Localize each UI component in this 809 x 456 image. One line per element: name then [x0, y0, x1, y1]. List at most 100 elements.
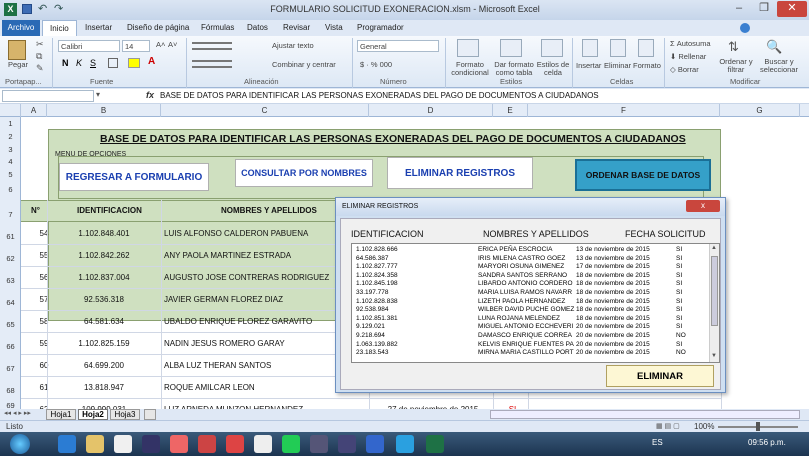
row-header[interactable]: 6 [0, 185, 21, 194]
tab-inicio[interactable]: Inicio [42, 20, 77, 37]
table-format-icon[interactable] [500, 39, 522, 57]
explorer-icon[interactable] [86, 435, 104, 453]
italic-icon[interactable]: K [76, 58, 82, 68]
insert-cells-button[interactable]: Insertar [576, 61, 601, 70]
listbox-vscrollbar[interactable]: ▲ ▼ [709, 244, 719, 362]
sheet-tab-hoja3[interactable]: Hoja3 [110, 409, 140, 420]
records-listbox[interactable]: 1.102.828.666 ERICA PEÑA ESCROCIA 13 de no… [351, 243, 720, 363]
dialog-close-button[interactable]: x [686, 200, 720, 212]
list-item[interactable]: 1.063.139.882 KELVIS ENRIQUE FUENTES PA 20… [352, 341, 712, 349]
row-header[interactable]: 3 [0, 145, 21, 154]
border-icon[interactable] [108, 58, 118, 68]
cell-styles-icon[interactable] [541, 39, 563, 57]
tab-insertar[interactable]: Insertar [78, 20, 119, 36]
scroll-thumb[interactable] [711, 256, 718, 326]
list-item[interactable]: 9.129.021 MIGUEL ANTONIO ECCHEVERI 20 de n… [352, 323, 712, 331]
fill-color-icon[interactable] [128, 58, 140, 68]
col-header-d[interactable]: D [369, 104, 493, 117]
list-item[interactable]: 1.102.845.198 LIBARDO ANTONIO CORDERO 18 d… [352, 280, 712, 288]
conditional-format-icon[interactable] [457, 39, 479, 57]
tab-diseno[interactable]: Diseño de página [120, 20, 196, 36]
minimize-button[interactable]: – [727, 1, 751, 17]
scroll-down-icon[interactable]: ▼ [711, 353, 717, 359]
cell-id[interactable]: 64.581.634 [49, 317, 159, 326]
help-icon[interactable] [740, 23, 750, 33]
col-header-a[interactable]: A [21, 104, 47, 117]
sheet-tab-hoja1[interactable]: Hoja1 [46, 409, 76, 420]
tab-revisar[interactable]: Revisar [276, 20, 317, 36]
list-item[interactable]: 9.218.694 DAMASCO ENRIQUE CORREA 20 de nov… [352, 332, 712, 340]
cell-id[interactable]: 64.699.200 [49, 361, 159, 370]
formula-content[interactable]: BASE DE DATOS PARA IDENTIFICAR LAS PERSO… [160, 91, 599, 100]
sheet-tab-hoja2[interactable]: Hoja2 [78, 409, 108, 420]
app-icon[interactable] [254, 435, 272, 453]
fill-button[interactable]: ⬇ Rellenar [670, 52, 706, 61]
excel-logo-icon[interactable]: X [4, 3, 17, 16]
table-format-button[interactable]: Dar formato como tabla [492, 61, 536, 77]
close-button[interactable]: ✕ [777, 1, 807, 17]
currency-icon[interactable]: $ · % 000 [360, 60, 392, 69]
start-button[interactable] [10, 434, 30, 454]
cell-id[interactable]: 1.102.848.401 [49, 229, 159, 238]
conditional-format-button[interactable]: Formato condicional [450, 61, 490, 77]
wrap-text-button[interactable]: Ajustar texto [272, 41, 314, 50]
media-icon[interactable] [142, 435, 160, 453]
chrome-icon[interactable] [282, 435, 300, 453]
app-icon[interactable] [226, 435, 244, 453]
row-header[interactable]: 2 [0, 132, 21, 141]
clock[interactable]: 09:56 p.m. [748, 438, 786, 447]
row-header[interactable]: 67 [0, 364, 21, 373]
font-color-icon[interactable]: A [148, 56, 155, 67]
back-to-form-button[interactable]: REGRESAR A FORMULARIO [59, 163, 209, 191]
tab-archivo[interactable]: Archivo [2, 20, 40, 36]
row-header[interactable]: 62 [0, 254, 21, 263]
font-name-select[interactable]: Calibri [58, 40, 120, 52]
autosum-button[interactable]: Σ Autosuma [670, 39, 711, 48]
align-top-icon[interactable] [192, 42, 232, 50]
app-icon[interactable] [198, 435, 216, 453]
row-header[interactable]: 5 [0, 170, 21, 179]
new-sheet-icon[interactable] [144, 409, 156, 420]
cell-styles-button[interactable]: Estilos de celda [536, 61, 570, 77]
cell-id[interactable]: 1.102.837.004 [49, 273, 159, 282]
insert-cells-icon[interactable] [582, 39, 598, 57]
shrink-font-icon[interactable]: A˅ [168, 40, 177, 49]
ie-icon[interactable] [58, 435, 76, 453]
row-header[interactable]: 63 [0, 276, 21, 285]
col-header-e[interactable]: E [493, 104, 528, 117]
list-item[interactable]: 1.102.828.838 LIZETH PAOLA HERNANDEZ 18 de… [352, 298, 712, 306]
list-item[interactable]: 1.102.828.666 ERICA PEÑA ESCROCIA 13 de no… [352, 246, 712, 254]
format-cells-button[interactable]: Formato [633, 61, 661, 70]
sheet-nav-icon[interactable]: ◂◂ ◂ ▸ ▸▸ [4, 409, 31, 417]
cell-id[interactable]: 1.102.825.159 [49, 339, 159, 348]
list-item[interactable]: 92.538.984 WILBER DAVID PUCHE GOMEZ 18 de … [352, 306, 712, 314]
underline-icon[interactable]: S [90, 58, 96, 68]
tab-vista[interactable]: Vista [318, 20, 350, 36]
cell-id[interactable]: 13.818.947 [49, 383, 159, 392]
delete-records-button[interactable]: ELIMINAR REGISTROS [387, 157, 533, 189]
row-header[interactable]: 7 [0, 210, 21, 219]
sort-filter-button[interactable]: Ordenar y filtrar [716, 58, 756, 74]
row-header[interactable]: 1 [0, 119, 21, 128]
font-size-select[interactable]: 14 [122, 40, 150, 52]
list-item[interactable]: 23.183.543 MIRNA MARIA CASTILLO PORT 20 de… [352, 349, 712, 357]
name-box-dropdown-icon[interactable]: ▾ [96, 90, 100, 99]
undo-icon[interactable]: ↶ [38, 2, 47, 15]
app-icon[interactable] [310, 435, 328, 453]
delete-cells-button[interactable]: Eliminar [604, 61, 631, 70]
format-painter-icon[interactable]: ✎ [36, 63, 44, 74]
col-header-c[interactable]: C [161, 104, 369, 117]
view-buttons-icon[interactable]: ▦ ▤ ▢ [656, 422, 692, 431]
function-icon[interactable]: fx [146, 90, 154, 100]
redo-icon[interactable]: ↷ [54, 2, 63, 15]
row-header[interactable]: 66 [0, 342, 21, 351]
grow-font-icon[interactable]: A˄ [156, 40, 165, 49]
paste-button[interactable]: Pegar [8, 60, 28, 69]
list-item[interactable]: 1.102.824.358 SANDRA SANTOS SERRANO 18 de … [352, 272, 712, 280]
col-header-g[interactable]: G [720, 104, 800, 117]
find-icon[interactable]: 🔍 [766, 39, 782, 55]
row-header[interactable]: 4 [0, 157, 21, 166]
excel-taskbar-icon[interactable] [426, 435, 444, 453]
find-select-button[interactable]: Buscar y seleccionar [752, 58, 806, 74]
name-box[interactable] [2, 90, 94, 102]
